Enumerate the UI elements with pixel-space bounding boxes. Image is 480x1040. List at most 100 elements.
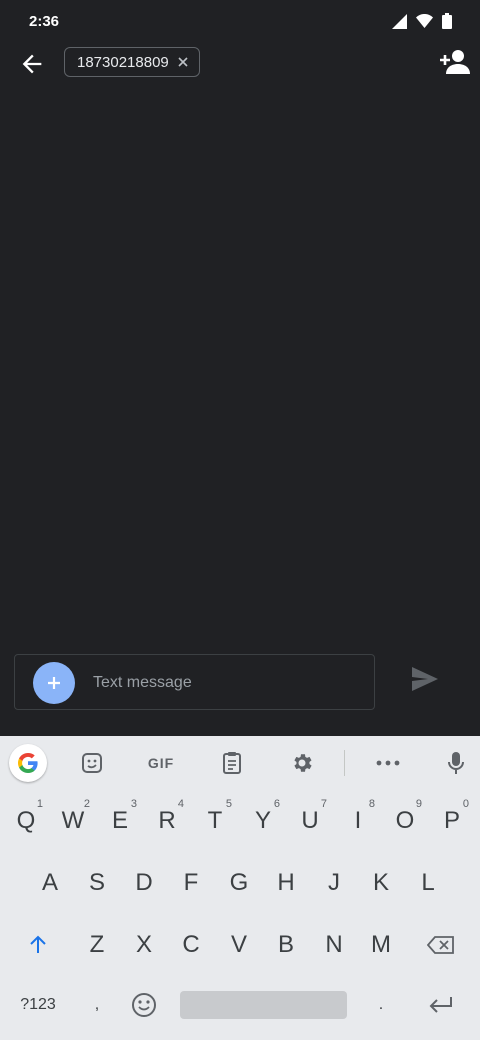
back-button[interactable]: [18, 50, 46, 78]
close-icon[interactable]: [176, 55, 190, 69]
more-button[interactable]: [372, 746, 404, 780]
keyboard-row-1: Q1 W2 E3 R4 T5 Y6 U7 I8 O9 P0: [0, 794, 480, 848]
enter-key[interactable]: [418, 978, 464, 1032]
clipboard-button[interactable]: [216, 746, 248, 780]
app-bar: 18730218809: [0, 44, 480, 84]
key-label: W: [61, 807, 85, 834]
message-list: [0, 84, 480, 644]
key-label: P: [443, 807, 460, 834]
key-e[interactable]: E3: [97, 794, 143, 848]
backspace-key[interactable]: [418, 918, 464, 972]
send-icon: [412, 667, 438, 691]
gear-icon: [294, 754, 312, 772]
status-bar: 2:36: [0, 0, 480, 44]
status-icons: [392, 13, 452, 29]
key-q[interactable]: Q1: [3, 794, 49, 848]
key-s[interactable]: S: [74, 856, 120, 910]
keyboard-row-4: ?123 , .: [0, 978, 480, 1032]
key-hint: 1: [36, 798, 43, 810]
emoji-key[interactable]: [121, 978, 167, 1032]
key-i[interactable]: I8: [335, 794, 381, 848]
key-hint: 2: [83, 798, 90, 810]
arrow-back-icon: [22, 54, 42, 74]
key-j[interactable]: J: [311, 856, 357, 910]
key-h[interactable]: H: [263, 856, 309, 910]
google-g-icon: [18, 753, 38, 773]
key-label: E: [111, 807, 128, 834]
key-b[interactable]: B: [263, 918, 309, 972]
key-k[interactable]: K: [358, 856, 404, 910]
key-p[interactable]: P0: [429, 794, 475, 848]
plus-icon: [48, 677, 60, 689]
key-c[interactable]: C: [168, 918, 214, 972]
gif-label: GIF: [147, 755, 175, 771]
sticker-icon: [82, 753, 102, 773]
key-n[interactable]: N: [311, 918, 357, 972]
clipboard-icon: [223, 752, 241, 774]
enter-icon: [429, 997, 452, 1013]
key-z[interactable]: Z: [74, 918, 120, 972]
key-w[interactable]: W2: [50, 794, 96, 848]
add-person-button[interactable]: [438, 48, 470, 76]
shift-arrow-icon: [30, 935, 46, 953]
keyboard-row-2: A S D F G H J K L: [0, 856, 480, 910]
key-hint: 5: [225, 798, 232, 810]
key-u[interactable]: U7: [287, 794, 333, 848]
emoji-icon: [132, 993, 156, 1017]
cellular-signal-icon: [392, 13, 407, 29]
keyboard: GIF Q1 W2 E3 R4 T5 Y6 U7 I8 O9 P0 A S D …: [0, 736, 480, 1040]
spacebar[interactable]: [180, 991, 347, 1019]
voice-input-button[interactable]: [440, 746, 472, 780]
settings-button[interactable]: [286, 746, 318, 780]
key-g[interactable]: G: [216, 856, 262, 910]
symbols-key[interactable]: ?123: [14, 978, 62, 1032]
more-horiz-icon: [376, 760, 400, 766]
key-label: I: [354, 807, 362, 834]
key-hint: 3: [130, 798, 137, 810]
keyboard-toolbar: GIF: [0, 736, 480, 790]
backspace-icon: [427, 936, 454, 954]
key-hint: 4: [177, 798, 184, 810]
compose-box[interactable]: Text message: [14, 654, 375, 710]
key-a[interactable]: A: [27, 856, 73, 910]
person-add-icon: [440, 50, 470, 74]
microphone-icon: [448, 752, 464, 774]
recipient-chip[interactable]: 18730218809: [64, 47, 200, 77]
status-time: 2:36: [29, 13, 60, 30]
key-f[interactable]: F: [168, 856, 214, 910]
key-hint: 8: [368, 798, 375, 810]
key-hint: 6: [273, 798, 280, 810]
key-y[interactable]: Y6: [240, 794, 286, 848]
key-o[interactable]: O9: [382, 794, 428, 848]
key-hint: 0: [462, 798, 469, 810]
sticker-button[interactable]: [76, 746, 108, 780]
key-hint: 9: [415, 798, 422, 810]
period-key[interactable]: .: [358, 978, 404, 1032]
key-m[interactable]: M: [358, 918, 404, 972]
gif-button[interactable]: GIF: [140, 746, 182, 780]
key-t[interactable]: T5: [192, 794, 238, 848]
toolbar-divider: [344, 750, 345, 776]
key-label: R: [158, 807, 176, 834]
battery-icon: [442, 13, 452, 29]
comma-key[interactable]: ,: [74, 978, 120, 1032]
key-r[interactable]: R4: [144, 794, 190, 848]
attach-button[interactable]: [33, 662, 75, 704]
key-x[interactable]: X: [121, 918, 167, 972]
key-l[interactable]: L: [405, 856, 451, 910]
wifi-icon: [416, 14, 433, 28]
key-label: T: [207, 807, 223, 834]
send-button[interactable]: [410, 665, 444, 695]
key-label: U: [301, 807, 319, 834]
key-label: Y: [254, 807, 271, 834]
message-input-placeholder[interactable]: Text message: [93, 674, 192, 692]
key-label: Q: [16, 807, 36, 834]
keyboard-row-3: Z X C V B N M: [0, 918, 480, 972]
key-hint: 7: [320, 798, 327, 810]
recipient-chip-label: 18730218809: [77, 53, 169, 71]
google-search-button[interactable]: [9, 744, 47, 782]
shift-key[interactable]: [15, 918, 61, 972]
key-d[interactable]: D: [121, 856, 167, 910]
key-label: O: [395, 807, 415, 834]
key-v[interactable]: V: [216, 918, 262, 972]
